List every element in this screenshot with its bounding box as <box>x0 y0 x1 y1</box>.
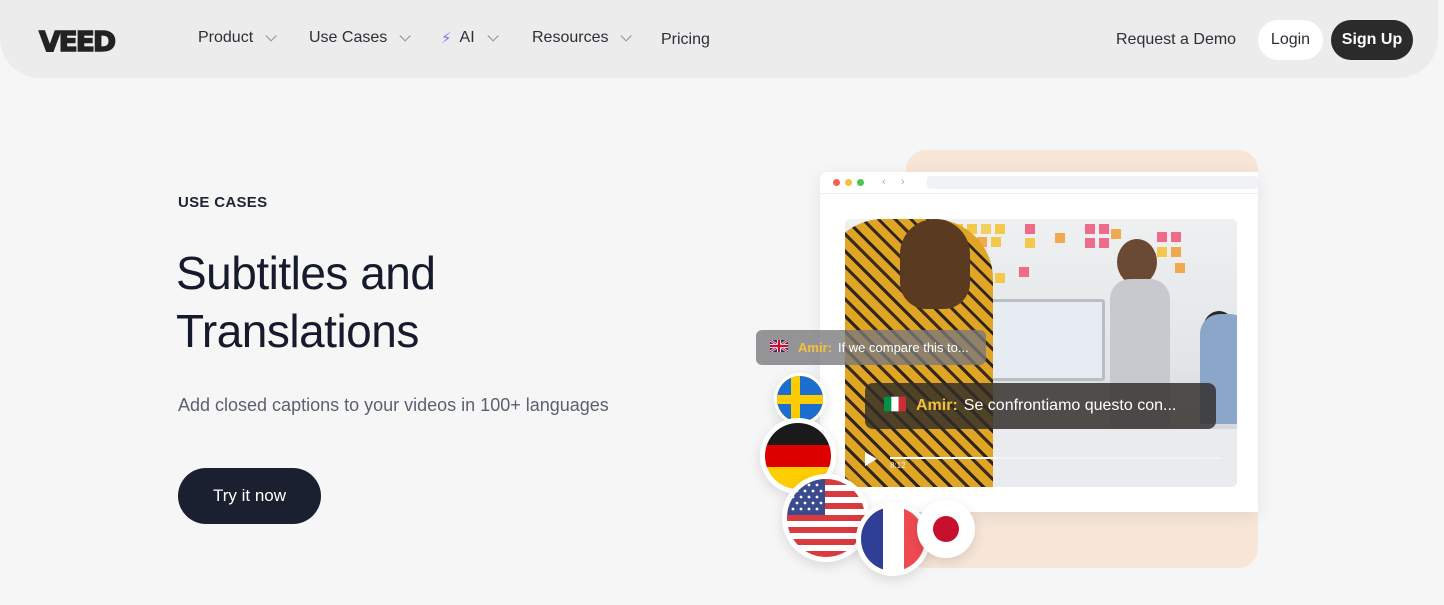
back-arrow-icon: ‹ <box>882 176 886 188</box>
top-navigation: VEED Product Use Cases ⚡ AI Resources Pr… <box>0 0 1438 78</box>
caption-en-speaker: Amir: <box>798 340 832 355</box>
bolt-icon: ⚡ <box>441 30 452 47</box>
time-total: 28:00 <box>1198 461 1219 470</box>
window-maximize-dot <box>857 179 864 186</box>
uk-flag-icon <box>769 339 789 355</box>
italy-flag-icon <box>884 396 906 417</box>
caption-it-speaker: Amir: <box>916 397 958 414</box>
japan-flag-icon <box>917 500 975 558</box>
nav-pricing[interactable]: Pricing <box>661 31 710 49</box>
progress-fill <box>890 457 996 459</box>
url-bar <box>927 176 1258 189</box>
caption-italian: Amir: Se confrontiamo questo con... <box>865 383 1216 429</box>
window-close-dot <box>833 179 840 186</box>
nav-use-cases-label: Use Cases <box>309 29 388 46</box>
window-minimize-dot <box>845 179 852 186</box>
hero-title-line2: Translations <box>176 305 419 357</box>
hero-eyebrow: USE CASES <box>178 194 268 211</box>
video-controls: 8:12 28:00 <box>865 449 1225 474</box>
veed-logo[interactable]: VEED <box>38 24 117 58</box>
caption-english: Amir: If we compare this to... <box>756 330 986 365</box>
chevron-down-icon <box>487 30 499 42</box>
progress-track[interactable] <box>890 457 1220 459</box>
nav-use-cases[interactable]: Use Cases <box>309 29 412 47</box>
nav-resources[interactable]: Resources <box>532 29 633 47</box>
browser-toolbar: ‹ › <box>820 172 1258 194</box>
hero-title-line1: Subtitles and <box>176 247 436 299</box>
nav-product-label: Product <box>198 29 254 46</box>
request-demo-link[interactable]: Request a Demo <box>1116 31 1236 49</box>
play-icon[interactable] <box>865 452 877 466</box>
login-button[interactable]: Login <box>1258 20 1323 60</box>
nav-ai-label: AI <box>459 29 475 46</box>
chevron-down-icon <box>620 30 633 42</box>
hero-subtitle: Add closed captions to your videos in 10… <box>178 395 609 415</box>
forward-arrow-icon: › <box>901 176 905 188</box>
time-current: 8:12 <box>890 461 906 470</box>
chevron-down-icon <box>399 30 412 42</box>
hero-title: Subtitles and Translations <box>176 244 596 360</box>
caption-en-text: If we compare this to... <box>837 340 969 355</box>
nav-pricing-label: Pricing <box>661 31 710 48</box>
nav-product[interactable]: Product <box>198 29 277 47</box>
nav-resources-label: Resources <box>532 29 609 46</box>
try-it-now-button[interactable]: Try it now <box>178 468 321 524</box>
signup-button[interactable]: Sign Up <box>1331 20 1413 60</box>
caption-it-text: Se confrontiamo questo con... <box>963 397 1177 414</box>
chevron-down-icon <box>265 30 277 42</box>
nav-ai[interactable]: ⚡ AI <box>441 29 499 47</box>
